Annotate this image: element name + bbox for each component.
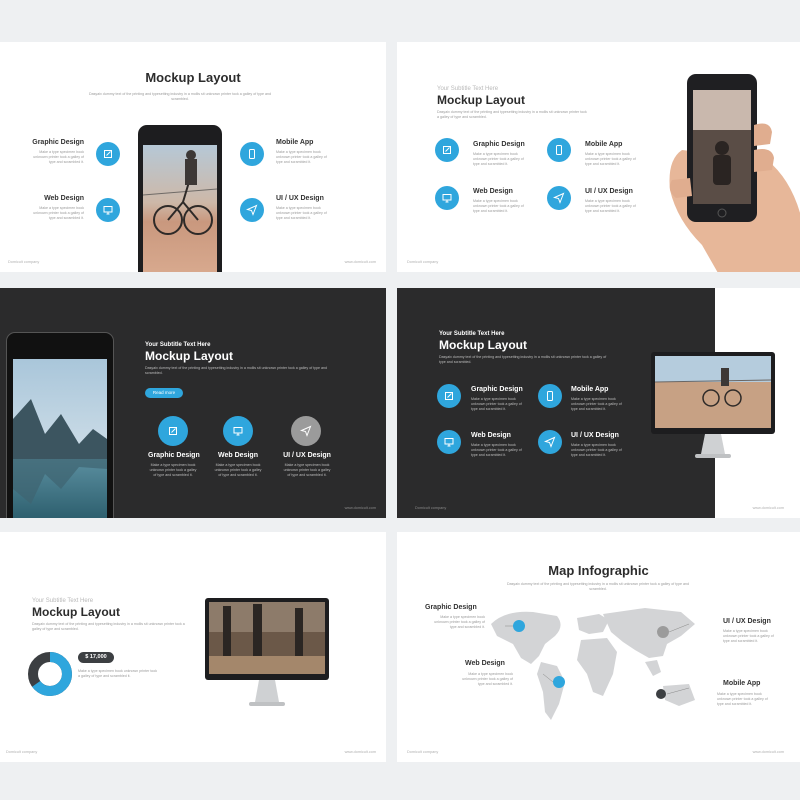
slide-title: Mockup Layout <box>145 70 241 85</box>
donut-chart <box>28 652 72 696</box>
hand-holding-phone-photo <box>669 74 800 272</box>
map-label: Web Design <box>465 660 505 667</box>
feature-label: Web Design <box>44 195 84 202</box>
slide-subtitle: Your Subtitle Text Here <box>145 342 211 348</box>
slide-1[interactable]: Mockup Layout Dasyaix dummy text of the … <box>0 42 386 272</box>
monitor-icon <box>96 198 120 222</box>
world-map <box>491 608 695 720</box>
map-description: Make a type specimen book unknown printe… <box>717 692 768 706</box>
paper-plane-icon <box>240 198 264 222</box>
footer-right: www.domicult.com <box>752 750 784 754</box>
footer-right: www.domicult.com <box>344 750 376 754</box>
pencil-icon <box>437 384 461 408</box>
value-description: Make a type specimen book unknown printe… <box>78 669 158 678</box>
slide-3[interactable]: Your Subtitle Text Here Mockup Layout Da… <box>0 288 386 518</box>
footer-left: Domicult company <box>415 506 447 510</box>
slide-description: Dasyaix dummy text of the printing and t… <box>439 355 607 364</box>
slide-title: Map Infographic <box>548 563 649 578</box>
paper-plane-icon <box>538 430 562 454</box>
slide-description: Dasyaix dummy text of the printing and t… <box>145 366 327 375</box>
footer-right: www.domicult.com <box>344 260 376 264</box>
feature-label: Web Design <box>473 188 513 195</box>
slide-subtitle: Your Subtitle Text Here <box>437 86 499 92</box>
slide-description: Dasyaix dummy text of the printing and t… <box>507 582 689 591</box>
map-label: Mobile App <box>723 680 761 687</box>
feature-label: Mobile App <box>571 386 609 393</box>
phone-icon <box>538 384 562 408</box>
feature-label: Graphic Design <box>473 141 525 148</box>
paper-plane-icon <box>291 416 321 446</box>
slide-4[interactable]: Your Subtitle Text Here Mockup Layout Da… <box>397 288 800 518</box>
feature-description: Make a type specimen book unknown printe… <box>585 199 636 213</box>
bicycle-photo <box>143 145 217 272</box>
slide-title: Mockup Layout <box>439 338 528 352</box>
phone-mockup <box>6 332 114 518</box>
slide-title: Mockup Layout <box>145 349 234 363</box>
footer-right: www.domicult.com <box>752 506 784 510</box>
map-description: Make a type specimen book unknown printe… <box>723 629 774 643</box>
feature-description: Make a type specimen book unknown printe… <box>585 152 636 166</box>
feature-label: Graphic Design <box>32 139 84 146</box>
map-label: Graphic Design <box>425 604 477 611</box>
map-description: Make a type specimen book unknown printe… <box>434 615 485 629</box>
pencil-icon <box>96 142 120 166</box>
value-badge: $ 17,000 <box>78 652 114 663</box>
footer-left: Domicult company <box>407 750 439 754</box>
pencil-icon <box>158 416 188 446</box>
feature-description: Make a type specimen book unknown printe… <box>283 463 331 477</box>
paper-plane-icon <box>547 186 571 210</box>
feature-description: Make a type specimen book unknown printe… <box>571 397 622 411</box>
footer-left: Domicult company <box>8 260 40 264</box>
monitor-mockup <box>205 598 329 706</box>
feature-description: Make a type specimen book unknown printe… <box>471 443 522 457</box>
footer-right: www.domicult.com <box>344 506 376 510</box>
slide-title: Mockup Layout <box>32 605 121 619</box>
feature-description: Make a type specimen book unknown printe… <box>473 199 524 213</box>
slide-description: Dasyaix dummy text of the printing and t… <box>437 110 587 119</box>
feature-description: Make a type specimen book unknown printe… <box>571 443 622 457</box>
feature-description: Make a type specimen book unknown printe… <box>276 150 327 164</box>
phone-icon <box>547 138 571 162</box>
read-more-button[interactable]: Read more <box>145 388 183 398</box>
feature-description: Make a type specimen book unknown printe… <box>33 206 84 220</box>
map-description: Make a type specimen book unknown printe… <box>462 672 513 686</box>
feature-label: UI / UX Design <box>585 188 633 195</box>
feature-label: Graphic Design <box>148 452 200 459</box>
monitor-icon <box>435 186 459 210</box>
feature-description: Make a type specimen book unknown printe… <box>33 150 84 164</box>
feature-label: Mobile App <box>585 141 623 148</box>
feature-description: Make a type specimen book unknown printe… <box>276 206 327 220</box>
phone-icon <box>240 142 264 166</box>
feature-description: Make a type specimen book unknown printe… <box>214 463 262 477</box>
pencil-icon <box>435 138 459 162</box>
footer-left: Domicult company <box>6 750 38 754</box>
feature-description: Make a type specimen book unknown printe… <box>471 397 522 411</box>
phone-mockup <box>138 125 222 272</box>
footer-left: Domicult company <box>407 260 439 264</box>
slide-title: Mockup Layout <box>437 93 526 107</box>
monitor-icon <box>437 430 461 454</box>
feature-description: Make a type specimen book unknown printe… <box>473 152 524 166</box>
lake-photo <box>13 359 107 518</box>
feature-label: UI / UX Design <box>283 452 331 459</box>
slide-description: Dasyaix dummy text of the printing and t… <box>32 622 185 631</box>
feature-description: Make a type specimen book unknown printe… <box>149 463 197 477</box>
monitor-icon <box>223 416 253 446</box>
map-label: UI / UX Design <box>723 618 771 625</box>
slide-subtitle: Your Subtitle Text Here <box>439 331 505 337</box>
feature-label: Mobile App <box>276 139 314 146</box>
slide-6[interactable]: Map Infographic Dasyaix dummy text of th… <box>397 532 800 762</box>
feature-label: Graphic Design <box>471 386 523 393</box>
feature-label: UI / UX Design <box>276 195 324 202</box>
feature-label: Web Design <box>471 432 511 439</box>
slide-2[interactable]: Your Subtitle Text Here Mockup Layout Da… <box>397 42 800 272</box>
monitor-mockup <box>651 352 775 458</box>
feature-label: Web Design <box>218 452 258 459</box>
feature-label: UI / UX Design <box>571 432 619 439</box>
slide-5[interactable]: Your Subtitle Text Here Mockup Layout Da… <box>0 532 386 762</box>
slide-description: Dasyaix dummy text of the printing and t… <box>89 92 271 101</box>
slide-subtitle: Your Subtitle Text Here <box>32 598 94 604</box>
